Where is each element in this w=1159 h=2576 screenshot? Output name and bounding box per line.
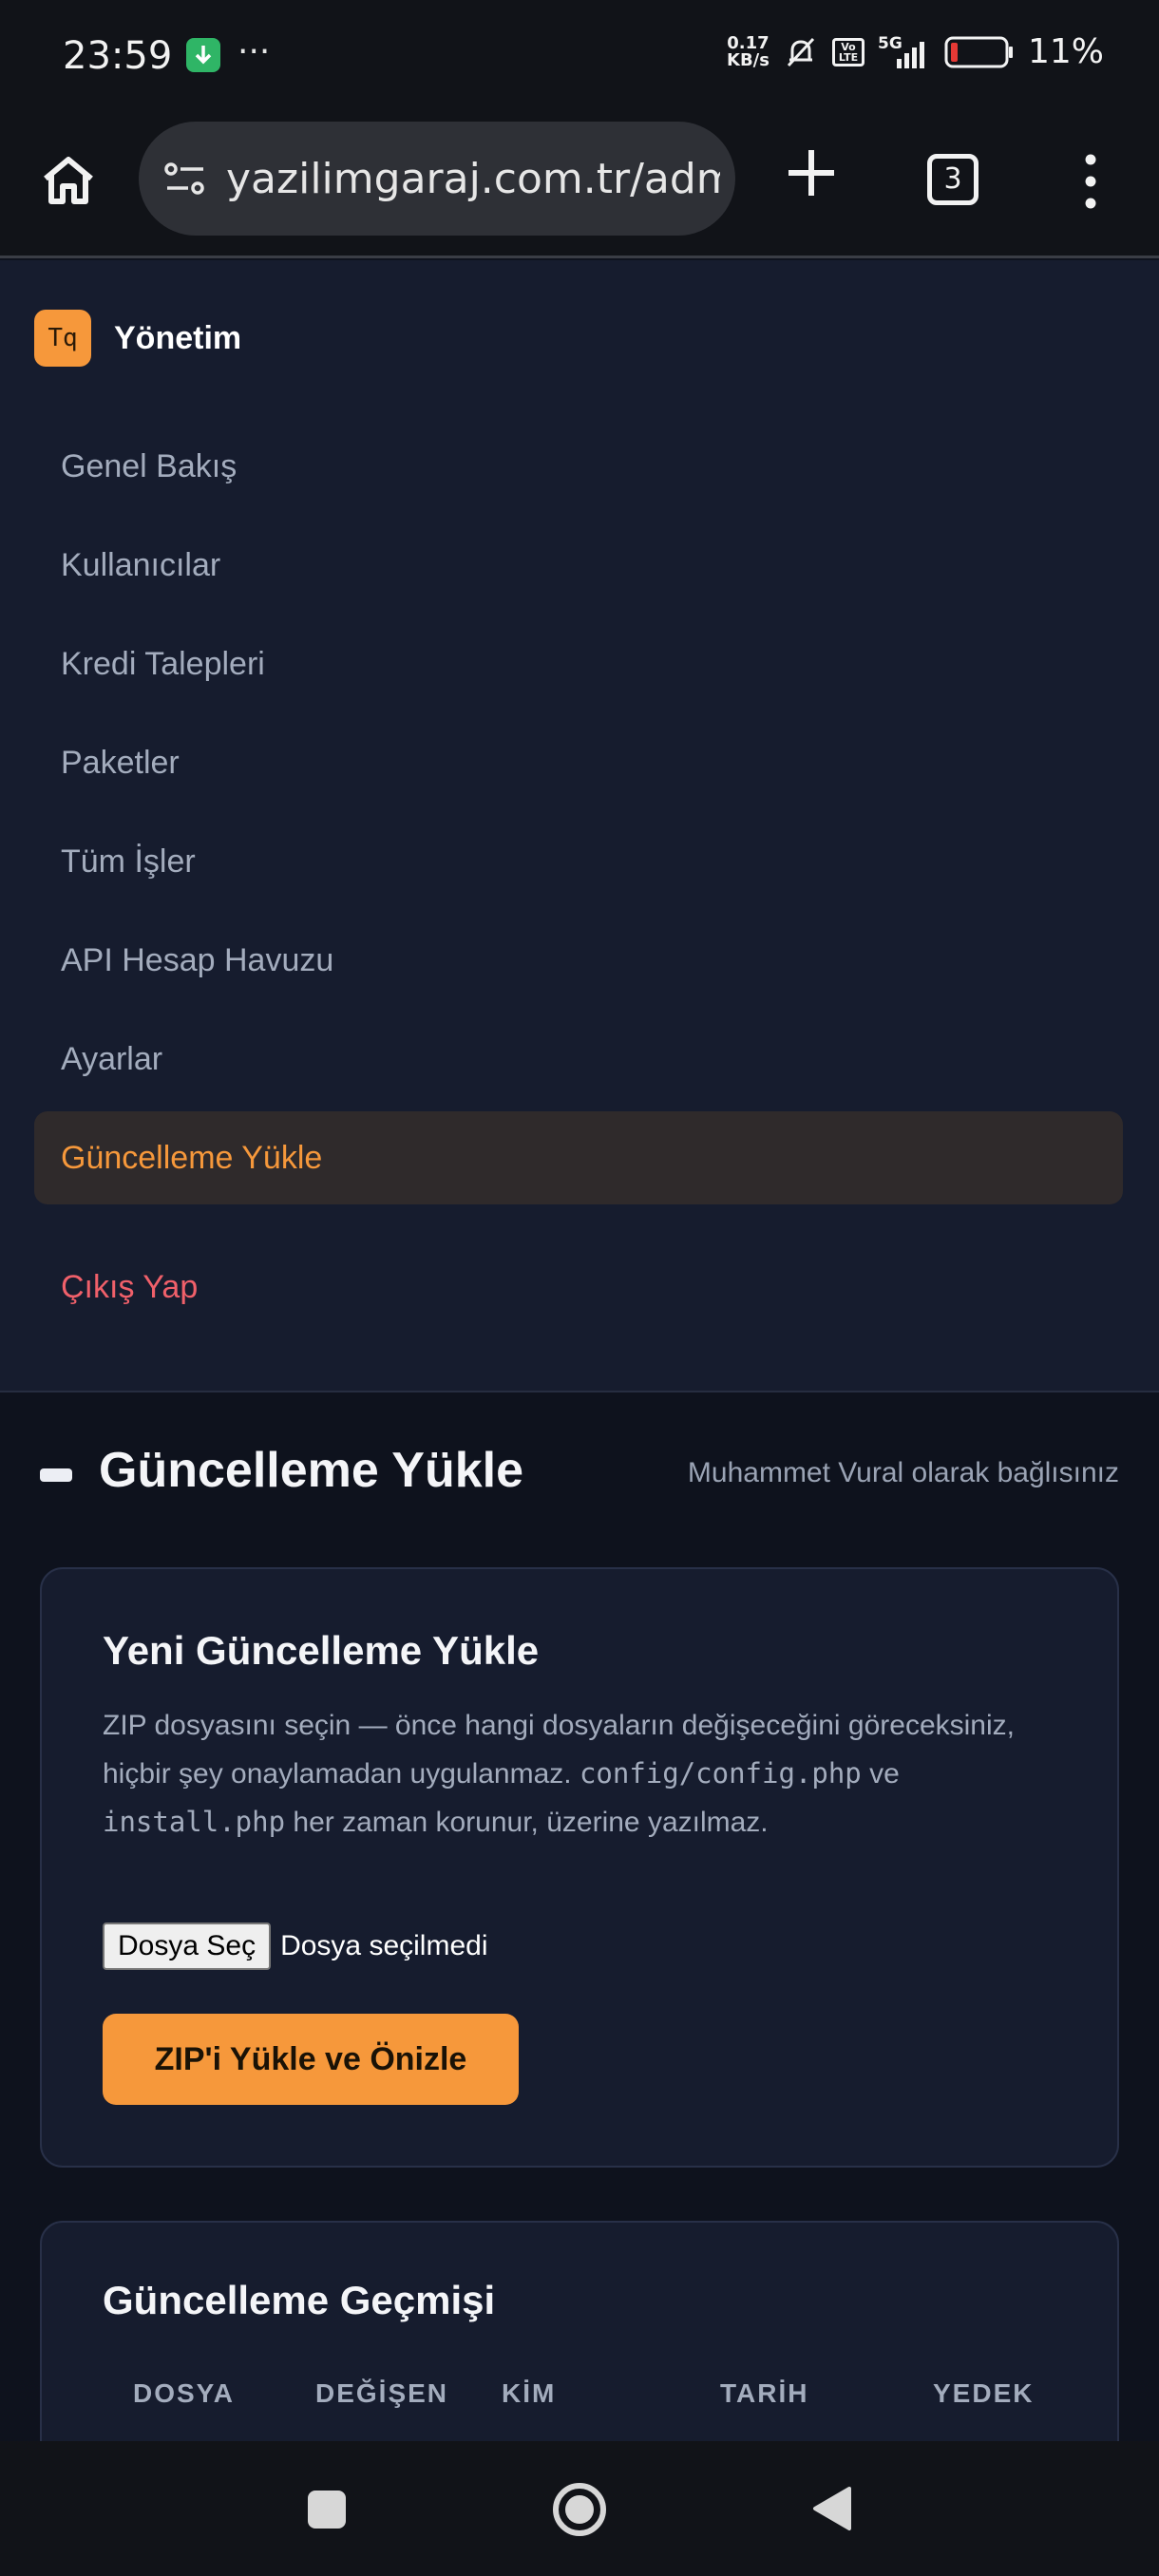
volte-icon: Vo LTE [831,37,864,66]
site-settings-icon[interactable] [163,160,207,198]
column-header-dosya: DOSYA [133,2378,236,2408]
upload-card: Yeni Güncelleme Yükle ZIP dosyasını seçi… [40,1567,1119,2168]
upload-preview-button[interactable]: ZIP'i Yükle ve Önizle [103,2014,519,2105]
sidebar-item-kullanicilar[interactable]: Kullanıcılar [34,519,1123,612]
address-bar[interactable]: yazilimgaraj.com.tr/adm [139,122,735,236]
column-header-degisen: DEĞİŞEN [315,2378,449,2408]
page-header: Güncelleme Yükle Muhammet Vural olarak b… [0,1392,1159,1563]
sidebar-item-genel-bakis[interactable]: Genel Bakış [34,420,1123,513]
menu-icon[interactable] [1072,148,1110,215]
column-header-yedek: YEDEK [933,2378,1035,2408]
battery-percent: 11% [1027,32,1104,71]
home-icon[interactable] [38,150,99,211]
sidebar-item-api-hesap-havuzu[interactable]: API Hesap Havuzu [34,914,1123,1007]
logout-link[interactable]: Çıkış Yap [34,1241,1123,1334]
browser-toolbar: yazilimgaraj.com.tr/adm 3 [0,112,1159,258]
url-text[interactable]: yazilimgaraj.com.tr/adm [226,155,720,203]
home-circle-icon[interactable] [551,2481,608,2538]
status-time: 23:59 [63,34,173,78]
recents-icon[interactable] [308,2491,346,2529]
sidebar-item-guncelleme-yukle[interactable]: Güncelleme Yükle [34,1111,1123,1204]
column-header-tarih: TARİH [720,2378,809,2408]
sidebar: Tq Yönetim Genel Bakış Kullanıcılar Kred… [0,260,1159,1392]
more-notifications: ··· [238,32,271,71]
status-bar: 23:59 ··· 0.17 KB/s Vo LTE 5G 11% [0,0,1159,112]
upload-card-title: Yeni Güncelleme Yükle [103,1628,540,1673]
sidebar-toggle-icon[interactable] [40,1468,72,1482]
mute-bell-icon [787,37,815,66]
history-table-header: DOSYA DEĞİŞEN KİM TARİH YEDEK [42,2378,1121,2420]
signal-icon: 5G [878,34,931,70]
upload-description: ZIP dosyasını seçin — önce hangi dosyala… [103,1710,1015,1838]
history-card-title: Güncelleme Geçmişi [103,2278,496,2322]
install-path: install.php [103,1806,286,1838]
tabs-icon[interactable]: 3 [927,154,978,205]
network-speed: 0.17 KB/s [727,32,770,70]
battery-icon [944,36,1013,67]
sidebar-item-tum-isler[interactable]: Tüm İşler [34,815,1123,908]
column-header-kim: KİM [502,2378,557,2408]
connected-user: Muhammet Vural olarak bağlısınız [687,1457,1119,1488]
sidebar-item-ayarlar[interactable]: Ayarlar [34,1013,1123,1106]
sidebar-item-paketler[interactable]: Paketler [34,716,1123,809]
sidebar-item-kredi-talepleri[interactable]: Kredi Talepleri [34,617,1123,710]
brand-logo: Tq [34,310,91,367]
page-title: Güncelleme Yükle [99,1443,524,1498]
status-icons: 0.17 KB/s Vo LTE 5G 11% [727,32,1104,71]
brand-name: Yönetim [114,319,242,356]
config-path: config/config.php [579,1757,862,1790]
brand[interactable]: Tq Yönetim [34,310,241,367]
new-tab-icon[interactable] [781,142,842,203]
back-icon[interactable] [809,2485,853,2532]
system-navigation-bar [0,2441,1159,2576]
file-input[interactable]: Dosya Seç Dosya seçilmedi [103,1923,488,1970]
download-icon [186,38,220,72]
file-status: Dosya seçilmedi [280,1930,488,1961]
choose-file-button[interactable]: Dosya Seç [103,1923,272,1970]
